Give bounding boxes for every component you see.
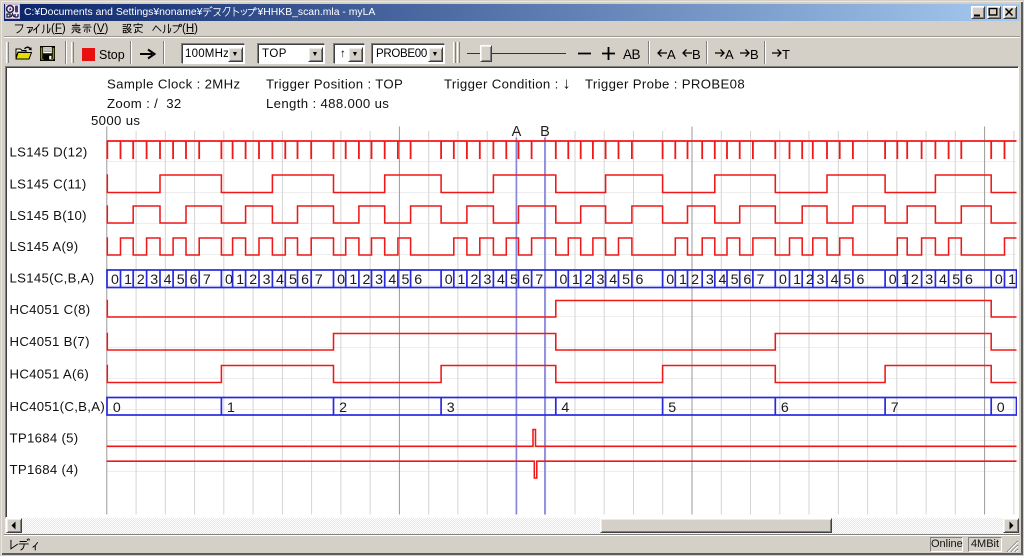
- svg-text:2: 2: [911, 272, 919, 288]
- svg-text:0: 0: [995, 272, 1003, 288]
- svg-text:0: 0: [559, 272, 567, 288]
- svg-text:0: 0: [111, 272, 119, 288]
- svg-text:3: 3: [375, 272, 383, 288]
- svg-text:HC4051 B(7): HC4051 B(7): [10, 334, 90, 349]
- svg-text:Trigger Position : TOP: Trigger Position : TOP: [266, 77, 403, 92]
- svg-text:5: 5: [843, 272, 851, 288]
- svg-text:3: 3: [483, 272, 491, 288]
- svg-text:4: 4: [164, 272, 172, 288]
- svg-text:0: 0: [666, 272, 674, 288]
- svg-text:2: 2: [137, 272, 145, 288]
- svg-text:TP1684 (5): TP1684 (5): [10, 431, 79, 446]
- svg-text:LS145 A(9): LS145 A(9): [10, 239, 79, 254]
- svg-text:6: 6: [190, 272, 198, 288]
- svg-text:4: 4: [497, 272, 505, 288]
- svg-text:1: 1: [1008, 272, 1016, 288]
- svg-text:B: B: [540, 124, 550, 140]
- svg-text:6: 6: [857, 272, 865, 288]
- svg-text:HC4051(C,B,A): HC4051(C,B,A): [10, 399, 106, 414]
- svg-text:Trigger Probe : PROBE08: Trigger Probe : PROBE08: [585, 77, 745, 92]
- svg-text:5000 us: 5000 us: [91, 113, 140, 128]
- svg-text:LS145 B(10): LS145 B(10): [10, 208, 87, 223]
- svg-text:1: 1: [124, 272, 132, 288]
- svg-text:6: 6: [414, 272, 422, 288]
- svg-text:4: 4: [831, 272, 839, 288]
- svg-text:2: 2: [339, 400, 347, 416]
- svg-text:A: A: [512, 124, 522, 140]
- svg-text:LS145(C,B,A): LS145(C,B,A): [10, 271, 95, 286]
- svg-text:HC4051 A(6): HC4051 A(6): [10, 367, 90, 382]
- svg-text:TP1684 (4): TP1684 (4): [10, 462, 79, 477]
- svg-text:4: 4: [388, 272, 396, 288]
- svg-text:7: 7: [203, 272, 211, 288]
- svg-text:5: 5: [177, 272, 185, 288]
- svg-text:2: 2: [691, 272, 699, 288]
- svg-text:LS145 D(12): LS145 D(12): [10, 145, 88, 160]
- svg-text:1: 1: [901, 272, 909, 288]
- svg-text:Sample Clock : 2MHz: Sample Clock : 2MHz: [107, 77, 240, 92]
- svg-text:2: 2: [249, 272, 257, 288]
- svg-text:5: 5: [622, 272, 630, 288]
- svg-text:5: 5: [668, 400, 676, 416]
- svg-text:0: 0: [889, 272, 897, 288]
- svg-text:0: 0: [779, 272, 787, 288]
- svg-text:3: 3: [925, 272, 933, 288]
- svg-text:7: 7: [315, 272, 323, 288]
- svg-text:3: 3: [150, 272, 158, 288]
- svg-text:1: 1: [236, 272, 244, 288]
- svg-text:7: 7: [891, 400, 899, 416]
- svg-text:2: 2: [471, 272, 479, 288]
- svg-text:0: 0: [225, 272, 233, 288]
- svg-text:5: 5: [402, 272, 410, 288]
- svg-text:1: 1: [349, 272, 357, 288]
- svg-text:2: 2: [584, 272, 592, 288]
- svg-text:4: 4: [276, 272, 284, 288]
- svg-text:5: 5: [289, 272, 297, 288]
- svg-text:Zoom : / 32: Zoom : / 32: [107, 96, 182, 111]
- svg-text:1: 1: [227, 400, 235, 416]
- svg-text:1: 1: [572, 272, 580, 288]
- svg-text:6: 6: [522, 272, 530, 288]
- svg-text:5: 5: [952, 272, 960, 288]
- svg-text:6: 6: [636, 272, 644, 288]
- svg-text:0: 0: [997, 400, 1005, 416]
- svg-text:2: 2: [806, 272, 814, 288]
- svg-text:1: 1: [679, 272, 687, 288]
- svg-text:4: 4: [561, 400, 569, 416]
- svg-text:6: 6: [781, 400, 789, 416]
- svg-text:1: 1: [457, 272, 465, 288]
- svg-text:4: 4: [609, 272, 617, 288]
- svg-text:5: 5: [731, 272, 739, 288]
- svg-text:0: 0: [445, 272, 453, 288]
- svg-text:4: 4: [939, 272, 947, 288]
- svg-text:6: 6: [743, 272, 751, 288]
- svg-text:7: 7: [757, 272, 765, 288]
- svg-text:3: 3: [263, 272, 271, 288]
- svg-text:LS145 C(11): LS145 C(11): [10, 177, 87, 192]
- svg-text:Trigger Condition : ↓: Trigger Condition : ↓: [444, 76, 571, 93]
- svg-text:3: 3: [447, 400, 455, 416]
- svg-text:5: 5: [510, 272, 518, 288]
- svg-text:3: 3: [597, 272, 605, 288]
- svg-text:0: 0: [113, 400, 121, 416]
- svg-text:Length : 488.000 us: Length : 488.000 us: [266, 96, 389, 111]
- svg-text:HC4051 C(8): HC4051 C(8): [10, 302, 91, 317]
- svg-text:1: 1: [793, 272, 801, 288]
- svg-text:6: 6: [301, 272, 309, 288]
- svg-text:3: 3: [706, 272, 714, 288]
- svg-text:0: 0: [337, 272, 345, 288]
- svg-text:6: 6: [965, 272, 973, 288]
- svg-text:2: 2: [363, 272, 371, 288]
- svg-text:4: 4: [718, 272, 726, 288]
- svg-text:3: 3: [816, 272, 824, 288]
- svg-text:7: 7: [535, 272, 543, 288]
